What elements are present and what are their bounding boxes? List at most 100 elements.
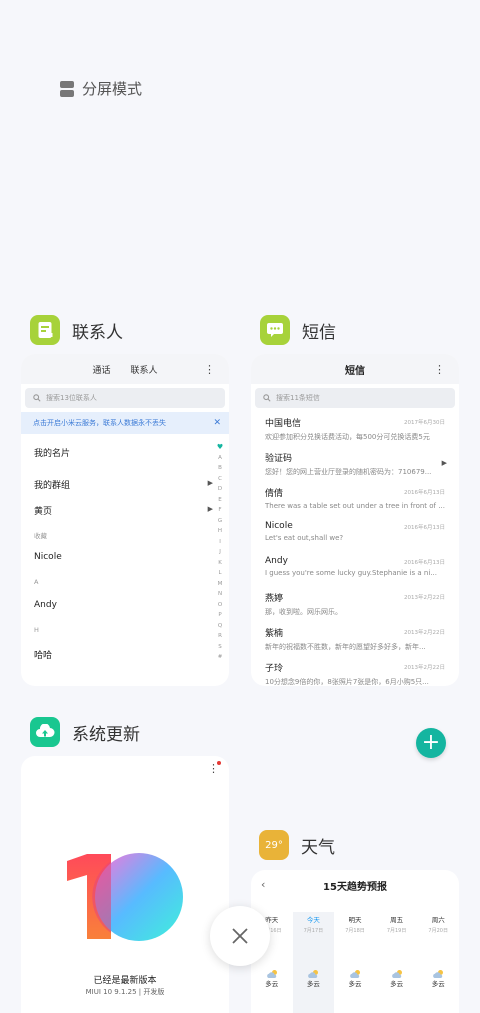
contacts-search-placeholder: 搜索13位联系人 [46,394,97,402]
section-a: A [34,578,39,586]
update-app-header[interactable]: 系统更新 [30,717,140,747]
alphabet-index-letter[interactable]: E [218,495,221,506]
alphabet-index-letter[interactable]: F [218,505,221,516]
partly-cloudy-icon [391,964,403,978]
search-icon [263,394,271,402]
messages-app-icon [260,315,290,345]
forecast-day[interactable]: 今天 7月17日 多云 [292,912,335,1013]
alphabet-index-letter[interactable]: I [219,537,221,548]
alphabet-index-letter[interactable]: Q [218,621,222,632]
split-screen-icon [60,80,74,97]
message-thread-item[interactable]: 子玲 2013年2月22日 10分想念9倍的你，8张照片7张是你，6月小购5只... [265,661,447,686]
tab-contacts[interactable]: 联系人 [131,363,158,376]
message-date: 2013年2月22日 [404,630,445,636]
cloud-banner-text: 点击开启小米云服务，联系人数据永不丢失 [33,419,166,427]
update-app-preview[interactable]: ⋮ 已经是最新版本 MIUI 10 9.1.25 | 开发版 [21,756,229,1013]
forecast-condition: 多云 [390,980,404,988]
alphabet-index-letter[interactable]: C [218,474,222,485]
weather-app-preview[interactable]: ‹ 15天趋势预报 昨天 7月16日 多云 今天 7月17日 多云 明天 7月18日 多云 周五 7… [251,870,459,1013]
close-icon[interactable]: ✕ [213,418,221,428]
alphabet-index-letter[interactable]: G [218,516,222,527]
list-item-my-groups[interactable]: 我的群组 [34,478,70,491]
back-icon[interactable]: ‹ [261,878,265,891]
alphabet-index-letter[interactable]: D [218,484,222,495]
alphabet-index-letter[interactable]: S [218,642,222,653]
tab-calls[interactable]: 通话 [92,363,110,376]
close-all-button[interactable] [210,906,270,966]
weather-header: ‹ 15天趋势预报 [251,870,459,900]
cloud-banner[interactable]: 点击开启小米云服务，联系人数据永不丢失 ✕ [21,412,229,434]
message-thread-item[interactable]: 燕婷 2013年2月22日 那，收到啦。网乐网乐。 [265,591,447,617]
section-favorites: 收藏 [34,532,47,540]
forecast-condition: 多云 [348,980,362,988]
message-thread-item[interactable]: 紫楠 2013年2月22日 新年的祝福数不胜数，新年的愿望好多好多，新年... [265,626,447,652]
message-thread-item[interactable]: Nicole 2016年6月13日 Let's eat out,shall we? [265,521,447,542]
contacts-app-preview[interactable]: 通话 联系人 ⋮ 搜索13位联系人 点击开启小米云服务，联系人数据永不丢失 ✕ … [21,354,229,686]
more-icon[interactable]: ⋮ [434,363,445,376]
messages-header-title: 短信 [345,365,365,377]
forecast-day[interactable]: 明天 7月18日 多云 [334,912,376,1013]
alphabet-index-letter[interactable]: H [218,526,222,537]
forecast-day-date: 7月20日 [428,928,448,934]
alphabet-index-letter[interactable]: B [218,463,222,474]
contacts-tabbar: 通话 联系人 ⋮ [21,354,229,384]
forecast-day-name: 明天 [348,916,362,924]
alphabet-index[interactable]: ♥ A B C D E F G H I J K L M N O P Q R S # [215,442,225,663]
split-screen-button[interactable]: 分屏模式 [60,78,142,99]
alphabet-index-letter[interactable]: N [218,589,222,600]
update-version: MIUI 10 9.1.25 | 开发版 [85,988,165,996]
message-date: 2016年6月13日 [404,525,445,531]
forecast-day-date: 7月19日 [386,928,407,934]
message-preview: 欢迎参加积分兑换话费活动，每500分可兑换话费5元 [265,433,430,441]
heart-icon[interactable]: ♥ [217,442,223,453]
update-app-icon [30,717,60,747]
message-thread-item[interactable]: Andy 2016年6月13日 I guess you're some lucky … [265,556,447,577]
new-message-button[interactable]: + [416,728,446,758]
alphabet-index-letter[interactable]: M [218,579,223,590]
messages-app-preview[interactable]: 短信 ⋮ 搜索11条短信 中国电信 2017年6月30日 欢迎参加积分兑换话费活动，… [251,354,459,686]
alphabet-index-letter[interactable]: # [218,652,223,663]
message-date: 2013年2月22日 [404,665,445,671]
forecast-day-date: 7月17日 [303,928,324,934]
weather-icon-temperature: 29° [265,839,283,851]
forecast-day[interactable]: 周五 7月19日 多云 [376,912,418,1013]
partly-cloudy-icon [349,964,361,978]
more-icon[interactable]: ⋮ [204,363,215,376]
message-date: 2013年2月22日 [404,595,445,601]
list-item-nicole[interactable]: Nicole [34,552,62,562]
alphabet-index-letter[interactable]: K [218,558,222,569]
messages-search-input[interactable]: 搜索11条短信 [255,388,455,408]
list-item-my-card[interactable]: 我的名片 [34,446,70,459]
alphabet-index-letter[interactable]: J [219,547,221,558]
messages-app-header[interactable]: 短信 [260,315,336,345]
contacts-app-title: 联系人 [72,322,123,343]
list-item-yellow-pages[interactable]: 黄页 [34,504,52,517]
alphabet-index-letter[interactable]: R [218,631,222,642]
message-thread-item[interactable]: 倩倩 2016年6月13日 There was a table set out un… [265,486,447,510]
contacts-app-icon [30,315,60,345]
weather-header-title: 15天趋势预报 [323,881,387,893]
forecast-day-name: 今天 [306,916,320,924]
message-preview: 新年的祝福数不胜数，新年的愿望好多好多，新年... [265,643,426,651]
forecast-day[interactable]: 周六 7月20日 多云 [417,912,459,1013]
update-app-title: 系统更新 [72,724,140,745]
contacts-app-header[interactable]: 联系人 [30,315,123,345]
alphabet-index-letter[interactable]: P [218,610,221,621]
alphabet-index-letter[interactable]: A [218,453,222,464]
close-icon [232,928,248,944]
forecast-day-name: 周六 [431,916,445,924]
chevron-right-icon: ▶ [207,505,213,513]
message-thread-item[interactable]: 中国电信 2017年6月30日 欢迎参加积分兑换话费活动，每500分可兑换话费5元 [265,416,447,442]
message-thread-item[interactable]: 验证码 ▶ 您好！您的网上营业厅登录的随机密码为：710679... [265,451,447,477]
list-item-haha[interactable]: 哈哈 [34,648,52,661]
forecast-condition: 多云 [265,980,279,988]
message-date: 2016年6月13日 [404,490,445,496]
contacts-search-input[interactable]: 搜索13位联系人 [25,388,225,408]
alphabet-index-letter[interactable]: O [218,600,222,611]
list-item-andy[interactable]: Andy [34,600,57,610]
alphabet-index-letter[interactable]: L [218,568,221,579]
message-preview: 您好！您的网上营业厅登录的随机密码为：710679... [265,468,432,476]
message-sender: 验证码 [265,454,293,464]
message-date: 2017年6月30日 [404,420,445,426]
weather-app-header[interactable]: 29° 天气 [259,830,335,860]
